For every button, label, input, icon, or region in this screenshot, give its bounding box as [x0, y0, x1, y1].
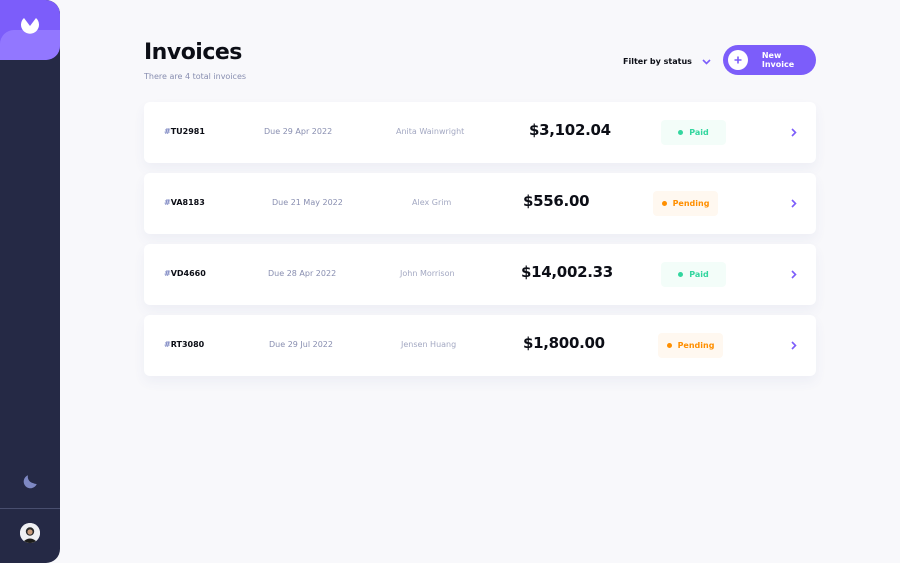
chevron-right-icon[interactable]	[791, 199, 797, 208]
avatar-image	[20, 523, 40, 543]
new-invoice-button[interactable]: New Invoice	[723, 45, 816, 75]
invoice-client-name: Anita Wainwright	[396, 127, 465, 136]
status-dot	[678, 272, 684, 277]
invoice-row[interactable]: #TU2981 Due 29 Apr 2022 Anita Wainwright…	[144, 102, 816, 163]
moon-icon[interactable]	[21, 473, 39, 491]
invoice-row[interactable]: #VD4660 Due 28 Apr 2022 John Morrison $1…	[144, 244, 816, 305]
page-title: Invoices	[144, 40, 242, 65]
status-dot	[678, 130, 684, 135]
invoice-due-date: Due 21 May 2022	[272, 198, 343, 207]
status-label: Paid	[689, 270, 709, 279]
chevron-right-icon[interactable]	[791, 128, 797, 137]
invoice-row[interactable]: #RT3080 Due 29 Jul 2022 Jensen Huang $1,…	[144, 315, 816, 376]
new-invoice-label: New Invoice	[761, 51, 795, 69]
invoice-list: #TU2981 Due 29 Apr 2022 Anita Wainwright…	[144, 102, 816, 386]
invoice-amount: $3,102.04	[529, 121, 611, 139]
invoice-client-name: Alex Grim	[412, 198, 452, 207]
sidebar	[0, 0, 60, 563]
invoice-id: #VD4660	[164, 269, 206, 278]
logo[interactable]	[0, 0, 60, 60]
invoice-amount: $14,002.33	[521, 263, 613, 281]
invoice-client-name: Jensen Huang	[401, 340, 457, 349]
status-badge: Paid	[661, 262, 726, 287]
invoice-row[interactable]: #VA8183 Due 21 May 2022 Alex Grim $556.0…	[144, 173, 816, 234]
invoice-id: #TU2981	[164, 127, 205, 136]
filter-label: Filter by status	[623, 57, 692, 66]
chevron-right-icon[interactable]	[791, 270, 797, 279]
invoice-count: There are 4 total invoices	[144, 72, 247, 81]
chevron-right-icon[interactable]	[791, 341, 797, 350]
invoice-amount: $1,800.00	[523, 334, 605, 352]
status-dot	[661, 201, 667, 206]
status-label: Pending	[672, 199, 710, 208]
status-label: Pending	[677, 341, 715, 350]
invoice-amount: $556.00	[523, 192, 590, 210]
status-label: Paid	[689, 128, 709, 137]
invoice-due-date: Due 29 Apr 2022	[264, 127, 333, 136]
plus-icon	[728, 50, 748, 70]
status-badge: Pending	[653, 191, 718, 216]
status-dot	[666, 343, 672, 348]
avatar[interactable]	[20, 523, 40, 543]
invoice-id: #RT3080	[164, 340, 205, 349]
invoice-client-name: John Morrison	[400, 269, 455, 278]
status-badge: Pending	[658, 333, 723, 358]
filter-by-status-dropdown[interactable]: Filter by status	[623, 57, 711, 66]
invoice-due-date: Due 29 Jul 2022	[269, 340, 333, 349]
status-badge: Paid	[661, 120, 726, 145]
invoice-id: #VA8183	[164, 198, 205, 207]
chevron-down-icon	[702, 58, 711, 65]
sidebar-divider	[0, 508, 60, 509]
logo-icon	[21, 18, 39, 34]
invoice-due-date: Due 28 Apr 2022	[268, 269, 337, 278]
